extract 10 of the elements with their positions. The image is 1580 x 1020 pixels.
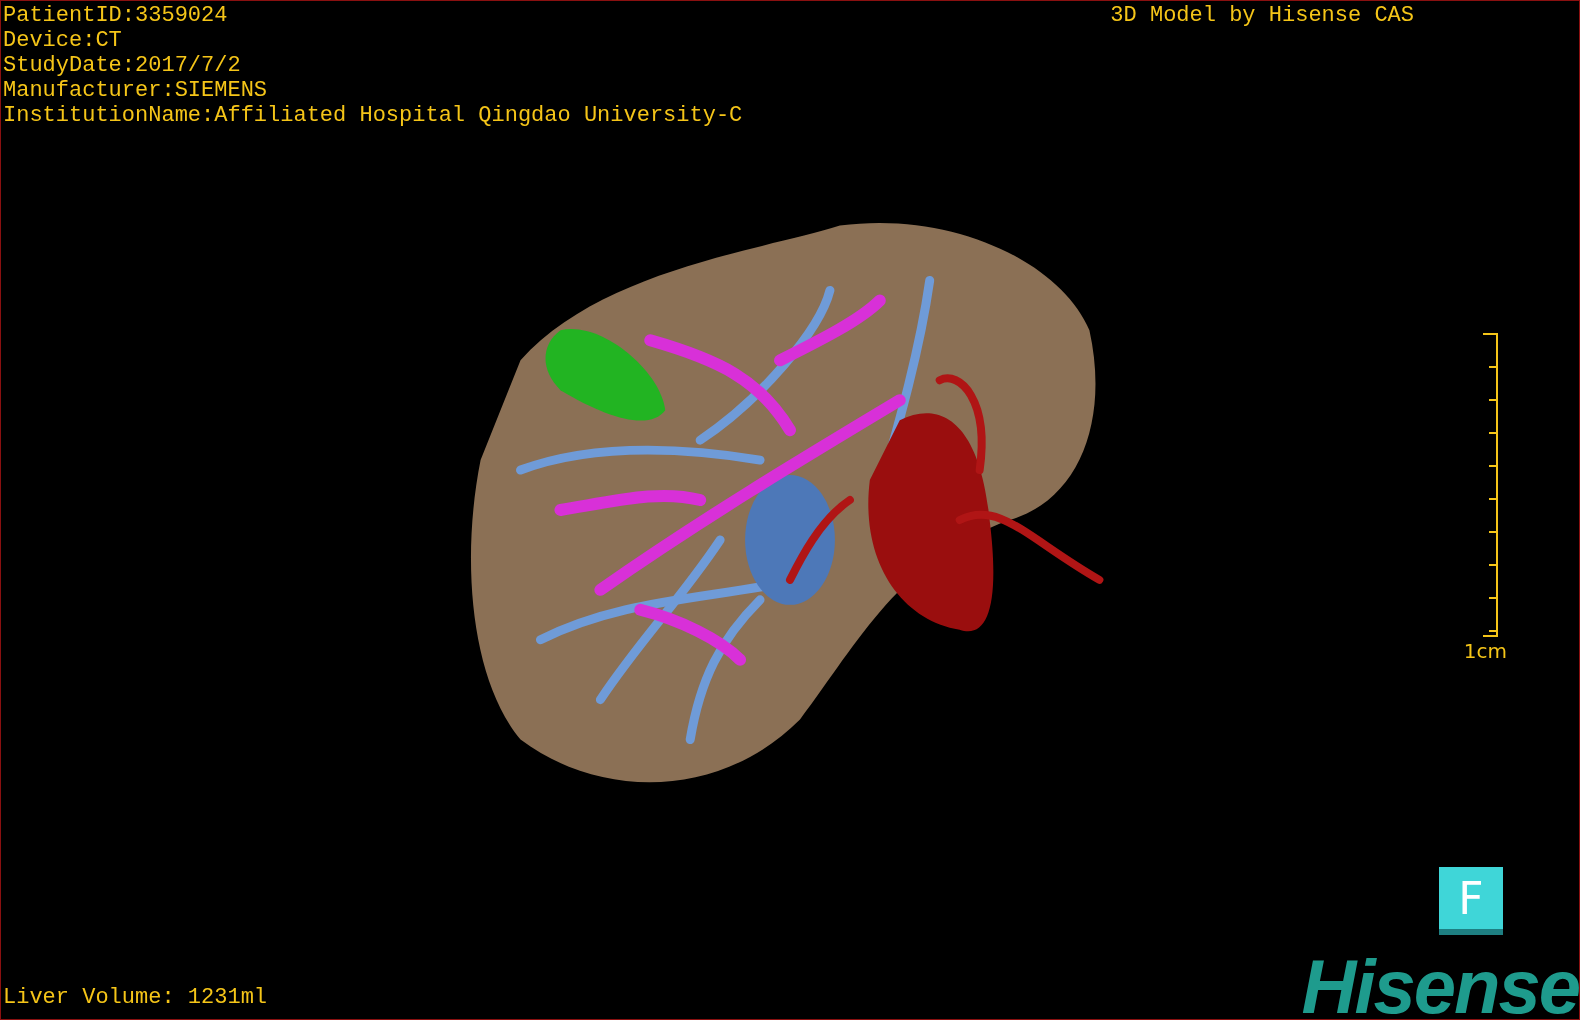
info-text: InstitutionName:Affiliated Hospital Qingdao University-C	[3, 103, 743, 128]
info-text: StudyDate:2017/7/2	[3, 53, 242, 78]
liver-volume-text: Liver Volume: 1231ml	[2, 985, 268, 1012]
info-text: Manufacturer:SIEMENS	[3, 78, 269, 103]
scale-label: 1cm	[1463, 638, 1507, 663]
brand-logo: Hisense	[1301, 955, 1579, 1019]
scale-bar-icon	[1481, 332, 1499, 637]
info-text: Device:CT	[3, 28, 123, 53]
viewer-title: 3D Model by Hisense CAS	[1110, 3, 1414, 28]
info-text: PatientID:3359024	[3, 3, 229, 28]
